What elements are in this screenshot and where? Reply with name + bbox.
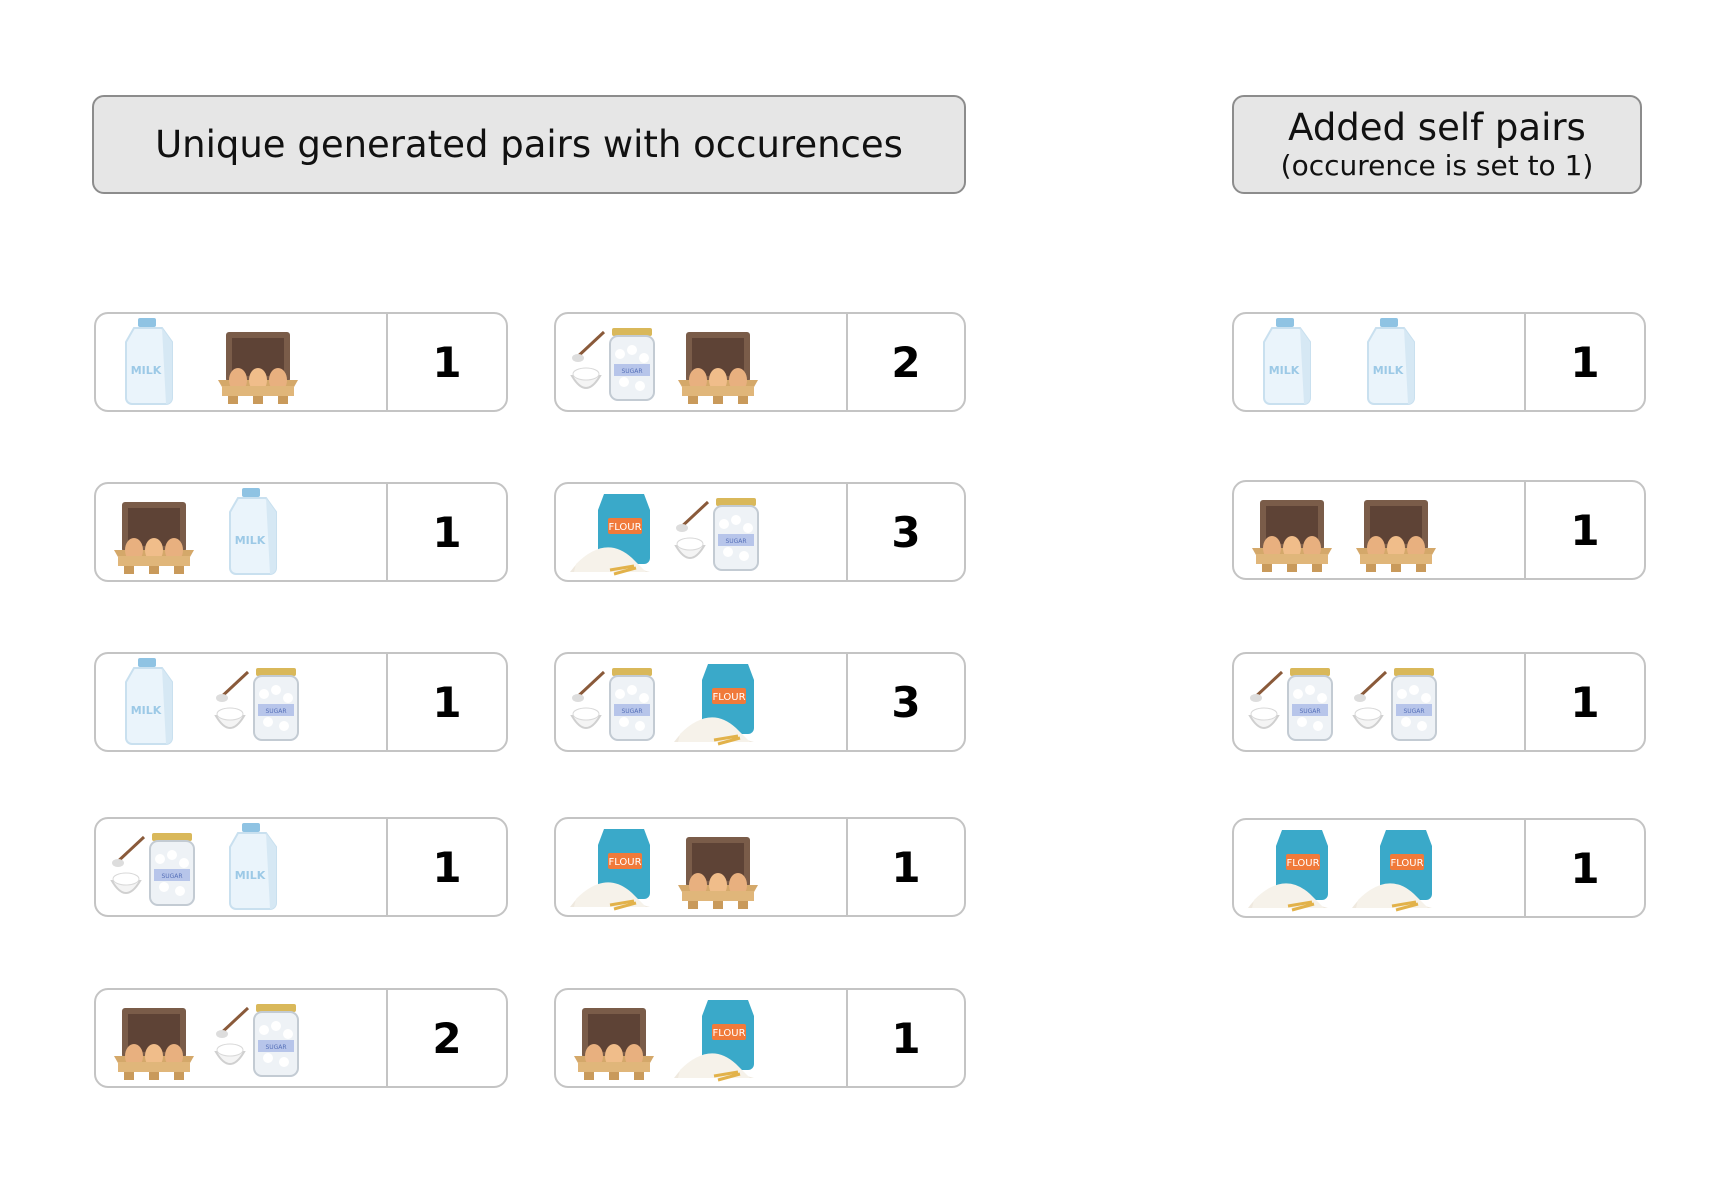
sugar-label: SUGAR xyxy=(725,538,746,545)
flour-label: FLOUR xyxy=(1286,858,1319,869)
milk-label: MILK xyxy=(235,869,266,882)
pair-items: MILK SUGAR xyxy=(96,654,302,750)
pair-row: MILK SUGAR 1 xyxy=(94,652,508,752)
pair-row: SUGAR 2 xyxy=(94,988,508,1088)
milk-icon: MILK xyxy=(1367,318,1415,405)
milk-label: MILK xyxy=(131,364,162,377)
milk-icon: MILK xyxy=(125,318,173,405)
sugar-label: SUGAR xyxy=(265,708,286,715)
occurrence-count: 2 xyxy=(891,337,921,387)
pair-row: FLOUR 1 xyxy=(554,988,966,1088)
unique-pairs-title: Unique generated pairs with occurences xyxy=(155,123,903,166)
flour-bag-icon: FLOUR xyxy=(674,1000,754,1082)
sugar-jar-icon: SUGAR xyxy=(570,668,655,741)
pair-items: FLOUR xyxy=(556,990,762,1086)
flour-label: FLOUR xyxy=(608,857,641,868)
pair-row: SUGAR SUGAR 1 xyxy=(1232,652,1646,752)
pair-row: FLOUR SUGAR 3 xyxy=(554,482,966,582)
occurrence-count: 1 xyxy=(432,337,462,387)
sugar-label: SUGAR xyxy=(265,1044,286,1051)
sugar-label: SUGAR xyxy=(621,708,642,715)
eggs-carton-icon xyxy=(114,1008,194,1080)
occurrence-count: 1 xyxy=(1570,505,1600,555)
flour-bag-icon: FLOUR xyxy=(1352,830,1432,912)
eggs-carton-icon xyxy=(574,1008,654,1080)
pair-items xyxy=(1234,482,1440,578)
milk-label: MILK xyxy=(235,534,266,547)
milk-icon: MILK xyxy=(229,823,277,910)
milk-label: MILK xyxy=(1373,364,1404,377)
flour-bag-icon: FLOUR xyxy=(570,829,650,911)
occurrence-count: 3 xyxy=(891,507,921,557)
occurrence-count: 1 xyxy=(432,842,462,892)
occurrence-count: 1 xyxy=(1570,337,1600,387)
flour-bag-icon: FLOUR xyxy=(570,494,650,576)
pair-row: MILK MILK 1 xyxy=(1232,312,1646,412)
sugar-label: SUGAR xyxy=(1299,708,1320,715)
pair-row: SUGAR FLOUR 3 xyxy=(554,652,966,752)
occurrence-count: 1 xyxy=(891,1013,921,1063)
pair-items: SUGAR xyxy=(556,314,762,410)
eggs-carton-icon xyxy=(1356,500,1436,572)
pair-items: FLOUR FLOUR xyxy=(1234,820,1440,916)
sugar-jar-icon: SUGAR xyxy=(110,833,195,906)
flour-label: FLOUR xyxy=(608,522,641,533)
eggs-carton-icon xyxy=(678,837,758,909)
occurrence-count: 1 xyxy=(1570,843,1600,893)
sugar-jar-icon: SUGAR xyxy=(214,668,299,741)
sugar-label: SUGAR xyxy=(1403,708,1424,715)
flour-label: FLOUR xyxy=(1390,858,1423,869)
eggs-carton-icon xyxy=(218,332,298,404)
occurrence-count: 2 xyxy=(432,1013,462,1063)
self-pairs-subtitle: (occurence is set to 1) xyxy=(1280,148,1594,182)
pair-items: MILK xyxy=(96,314,302,410)
pair-row: MILK 1 xyxy=(94,312,508,412)
self-pairs-header: Added self pairs (occurence is set to 1) xyxy=(1232,95,1642,194)
pair-row: MILK 1 xyxy=(94,482,508,582)
sugar-jar-icon: SUGAR xyxy=(1248,668,1333,741)
pair-items: SUGAR xyxy=(96,990,302,1086)
milk-label: MILK xyxy=(1269,364,1300,377)
flour-bag-icon: FLOUR xyxy=(1248,830,1328,912)
eggs-carton-icon xyxy=(114,502,194,574)
sugar-jar-icon: SUGAR xyxy=(674,498,759,571)
pair-row: 1 xyxy=(1232,480,1646,580)
sugar-jar-icon: SUGAR xyxy=(214,1004,299,1077)
self-pairs-title: Added self pairs xyxy=(1288,105,1586,149)
pair-row: SUGAR MILK 1 xyxy=(94,817,508,917)
pair-items: MILK MILK xyxy=(1234,314,1440,410)
occurrence-count: 3 xyxy=(891,677,921,727)
occurrence-count: 1 xyxy=(1570,677,1600,727)
pair-row: FLOUR 1 xyxy=(554,817,966,917)
pair-items: SUGAR SUGAR xyxy=(1234,654,1440,750)
milk-icon: MILK xyxy=(229,488,277,575)
pair-items: MILK xyxy=(96,484,302,580)
unique-pairs-header: Unique generated pairs with occurences xyxy=(92,95,966,194)
milk-icon: MILK xyxy=(125,658,173,745)
pair-items: FLOUR xyxy=(556,819,762,915)
pair-items: SUGAR MILK xyxy=(96,819,302,915)
sugar-label: SUGAR xyxy=(621,368,642,375)
milk-icon: MILK xyxy=(1263,318,1311,405)
pair-row: FLOUR FLOUR 1 xyxy=(1232,818,1646,918)
pair-row: SUGAR 2 xyxy=(554,312,966,412)
sugar-label: SUGAR xyxy=(161,873,182,880)
flour-label: FLOUR xyxy=(712,1028,745,1039)
occurrence-count: 1 xyxy=(432,677,462,727)
flour-label: FLOUR xyxy=(712,692,745,703)
occurrence-count: 1 xyxy=(891,842,921,892)
pair-items: SUGAR FLOUR xyxy=(556,654,762,750)
sugar-jar-icon: SUGAR xyxy=(570,328,655,401)
eggs-carton-icon xyxy=(1252,500,1332,572)
occurrence-count: 1 xyxy=(432,507,462,557)
eggs-carton-icon xyxy=(678,332,758,404)
flour-bag-icon: FLOUR xyxy=(674,664,754,746)
pair-items: FLOUR SUGAR xyxy=(556,484,762,580)
milk-label: MILK xyxy=(131,704,162,717)
sugar-jar-icon: SUGAR xyxy=(1352,668,1437,741)
